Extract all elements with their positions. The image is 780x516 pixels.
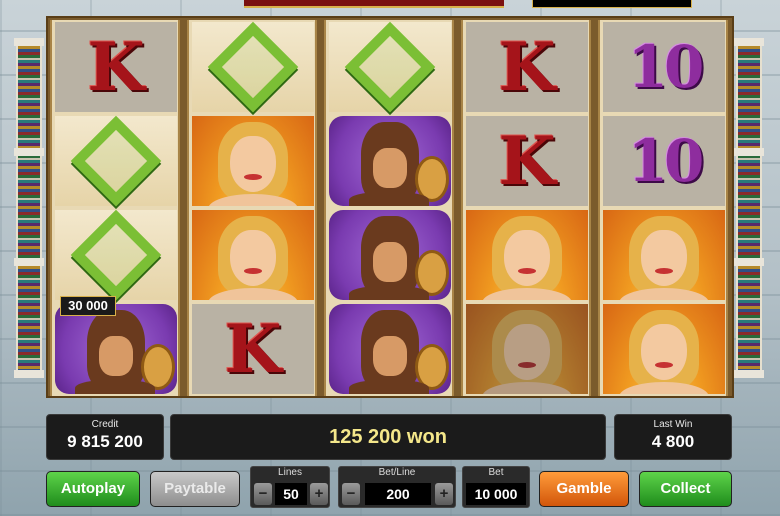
symbol-ten: 10 — [603, 116, 725, 206]
reel-3 — [324, 20, 454, 396]
symbol-woman — [192, 210, 314, 300]
reel-4: K K — [461, 20, 591, 396]
lines-stepper: Lines − 50 + — [250, 466, 330, 508]
top-banner-decoration — [244, 0, 504, 8]
symbol-hero — [55, 304, 177, 394]
symbol-q — [55, 209, 177, 301]
collect-button[interactable]: Collect — [639, 471, 732, 507]
reels-area: K K K K 10 10 — [46, 16, 734, 398]
symbol-k: K — [466, 116, 588, 206]
bet-line-caption: Bet/Line — [378, 467, 416, 478]
autoplay-button[interactable]: Autoplay — [46, 471, 140, 507]
credit-caption: Credit — [91, 419, 119, 430]
symbol-q — [329, 21, 451, 113]
reel-5: 10 10 — [598, 20, 728, 396]
bet-per-line-stepper: Bet/Line − 200 + — [338, 466, 456, 508]
symbol-k: K — [55, 22, 177, 112]
right-bookshelf-pillar — [734, 38, 764, 378]
left-bookshelf-pillar — [14, 38, 44, 378]
symbol-hero — [329, 116, 451, 206]
last-win-display: Last Win 4 800 — [614, 414, 732, 460]
reel-2: K — [187, 20, 317, 396]
last-win-caption: Last Win — [653, 419, 693, 430]
reel-1: K — [50, 20, 180, 396]
symbol-woman — [466, 210, 588, 300]
lines-value: 50 — [275, 483, 307, 505]
gamble-button[interactable]: Gamble — [539, 471, 629, 507]
bet-line-plus-button[interactable]: + — [435, 483, 453, 505]
symbol-hero — [329, 210, 451, 300]
lines-plus-button[interactable]: + — [310, 483, 328, 505]
symbol-k: K — [466, 22, 588, 112]
symbol-q — [192, 21, 314, 113]
credit-value: 9 815 200 — [67, 432, 143, 451]
win-message-display: 125 200 won — [170, 414, 606, 460]
lines-minus-button[interactable]: − — [254, 483, 272, 505]
won-amount: 125 200 won — [329, 425, 447, 448]
symbol-ten: 10 — [603, 22, 725, 112]
last-win-value: 4 800 — [651, 432, 695, 451]
credit-display: Credit 9 815 200 — [46, 414, 164, 460]
bet-caption: Bet — [488, 467, 504, 478]
total-bet-display: Bet 10 000 — [462, 466, 530, 508]
bet-line-minus-button[interactable]: − — [342, 483, 360, 505]
symbol-hero — [329, 304, 451, 394]
top-display-decoration — [532, 0, 692, 8]
symbol-k: K — [192, 304, 314, 394]
symbol-woman — [192, 116, 314, 206]
symbol-woman — [603, 210, 725, 300]
symbol-q — [55, 115, 177, 207]
bet-line-value: 200 — [365, 483, 431, 505]
line-win-tag: 30 000 — [60, 296, 116, 316]
bet-value: 10 000 — [466, 483, 526, 505]
symbol-woman — [466, 304, 588, 394]
lines-caption: Lines — [278, 467, 302, 478]
symbol-woman — [603, 304, 725, 394]
paytable-button[interactable]: Paytable — [150, 471, 240, 507]
